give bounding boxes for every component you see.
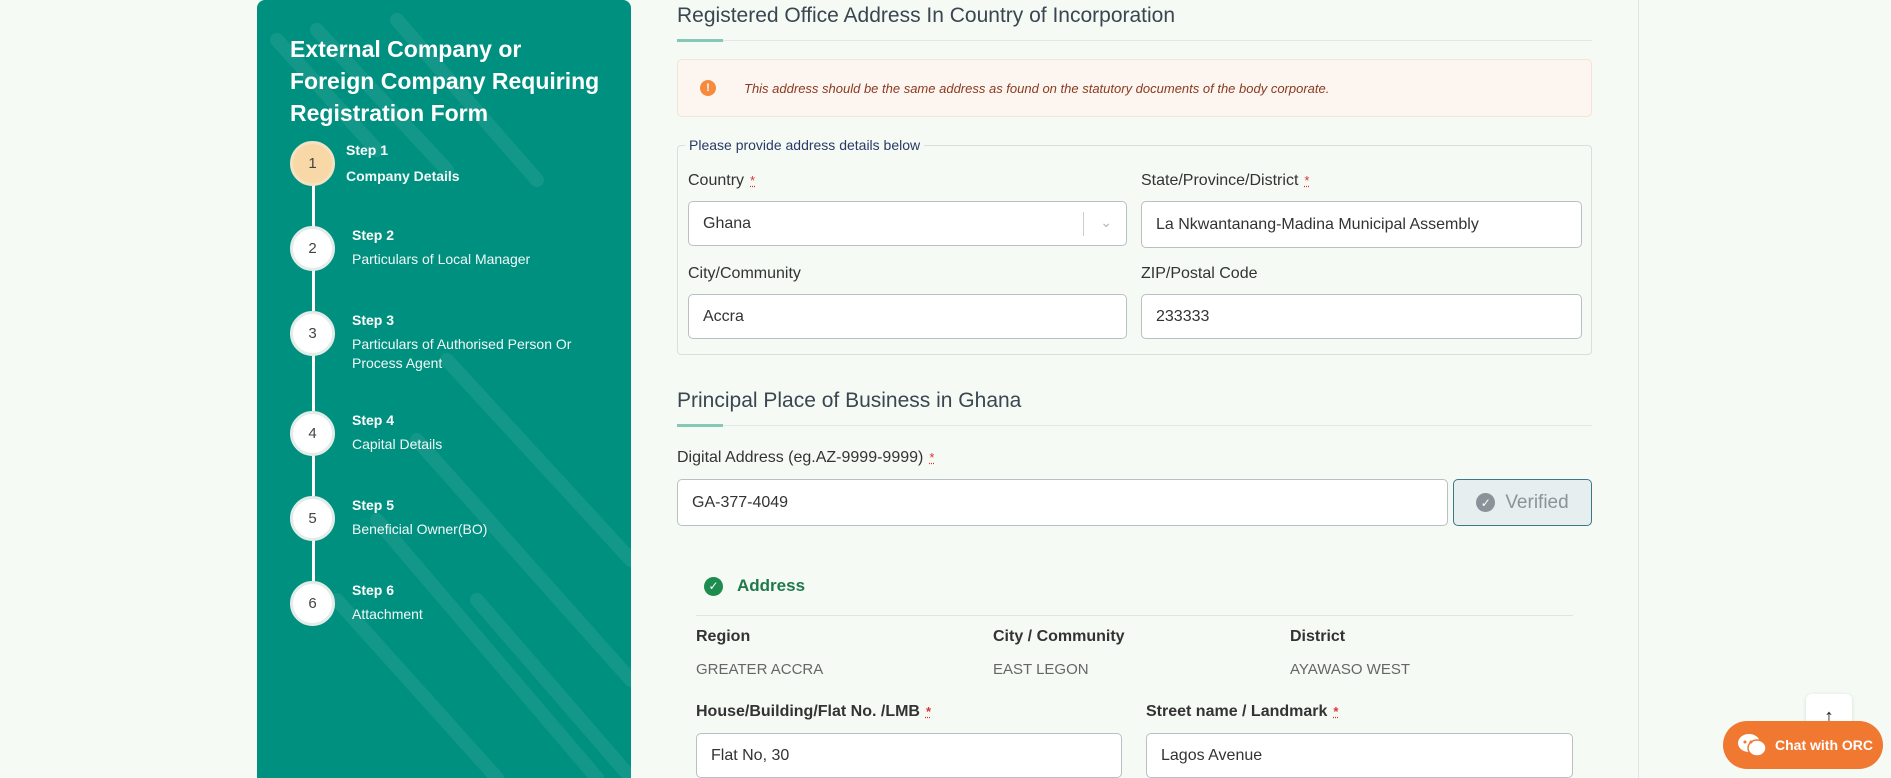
address-divider xyxy=(696,615,1573,616)
step-number-label: Step 5 xyxy=(352,497,395,513)
step-name: Particulars of Authorised Person Or Proc… xyxy=(352,336,572,371)
step-circle-3: 3 xyxy=(290,311,335,356)
step-circle-6: 6 xyxy=(290,581,335,626)
street-label: Street name / Landmark * xyxy=(1146,703,1339,720)
step-connector xyxy=(312,355,315,411)
form-title: External Company or Foreign Company Requ… xyxy=(290,36,600,126)
step-name: Beneficial Owner(BO) xyxy=(352,521,488,537)
step-circle-5: 5 xyxy=(290,496,335,541)
digital-address-input[interactable]: GA-377-4049 xyxy=(677,479,1448,526)
step-connector xyxy=(312,540,315,581)
district-label: District xyxy=(1290,628,1346,645)
chat-button[interactable]: Chat with ORC xyxy=(1723,721,1883,769)
step-number-label: Step 2 xyxy=(352,227,395,243)
city-community-value: EAST LEGON xyxy=(993,661,1089,678)
country-value: Ghana xyxy=(703,214,752,232)
zip-input[interactable]: 233333 xyxy=(1141,294,1582,339)
street-input[interactable]: Lagos Avenue xyxy=(1146,733,1573,778)
alert-text: This address should be the same address … xyxy=(744,81,1330,96)
verified-button[interactable]: ✓ Verified xyxy=(1453,479,1592,526)
exclamation-icon: ! xyxy=(700,80,716,96)
city-community-label: City / Community xyxy=(993,628,1125,645)
step-name: Company Details xyxy=(346,168,460,184)
chevron-down-icon[interactable]: ⌄ xyxy=(1100,214,1112,231)
step-connector xyxy=(312,185,315,232)
chat-label: Chat with ORC xyxy=(1775,737,1873,753)
step-name: Capital Details xyxy=(352,436,443,452)
district-value: AYAWASO WEST xyxy=(1290,661,1411,678)
house-label: House/Building/Flat No. /LMB * xyxy=(696,703,932,720)
section-divider xyxy=(677,39,1592,42)
step-connector xyxy=(312,455,315,496)
country-select[interactable]: Ghana ⌄ xyxy=(688,201,1127,246)
step-circle-2: 2 xyxy=(290,226,335,271)
verified-label: Verified xyxy=(1505,491,1569,513)
region-label: Region xyxy=(696,628,751,645)
step-name: Attachment xyxy=(352,606,423,622)
step-number-label: Step 1 xyxy=(346,142,389,158)
registered-office-title: Registered Office Address In Country of … xyxy=(677,4,1176,27)
content-right-border xyxy=(1638,0,1639,778)
stepper-sidebar: External Company or Foreign Company Requ… xyxy=(257,0,631,778)
step-circle-1: 1 xyxy=(290,141,335,186)
principal-place-title: Principal Place of Business in Ghana xyxy=(677,389,1022,412)
section-divider xyxy=(677,424,1592,427)
step-number-label: Step 4 xyxy=(352,412,395,428)
step-number-label: Step 3 xyxy=(352,312,395,328)
city-input[interactable]: Accra xyxy=(688,294,1127,339)
step-name: Particulars of Local Manager xyxy=(352,251,531,267)
address-heading: ✓ Address xyxy=(704,576,805,596)
step-circle-4: 4 xyxy=(290,411,335,456)
fieldset-legend: Please provide address details below xyxy=(685,137,925,153)
country-label: Country * xyxy=(688,172,756,189)
step-connector xyxy=(312,270,315,311)
zip-label: ZIP/Postal Code xyxy=(1141,265,1258,282)
state-label: State/Province/District * xyxy=(1141,172,1310,189)
state-input[interactable]: La Nkwantanang-Madina Municipal Assembly xyxy=(1141,201,1582,248)
region-value: GREATER ACCRA xyxy=(696,661,824,678)
info-alert: ! This address should be the same addres… xyxy=(677,59,1592,117)
verified-check-icon: ✓ xyxy=(704,576,723,596)
check-circle-icon: ✓ xyxy=(1476,493,1496,512)
select-separator xyxy=(1083,212,1084,236)
address-fieldset: Please provide address details below Cou… xyxy=(677,137,1592,355)
address-heading-label: Address xyxy=(737,576,806,595)
house-input[interactable]: Flat No, 30 xyxy=(696,733,1122,778)
digital-address-label: Digital Address (eg.AZ-9999-9999) * xyxy=(677,449,935,466)
chat-icon xyxy=(1738,734,1767,757)
step-number-label: Step 6 xyxy=(352,582,395,598)
city-label: City/Community xyxy=(688,265,801,282)
